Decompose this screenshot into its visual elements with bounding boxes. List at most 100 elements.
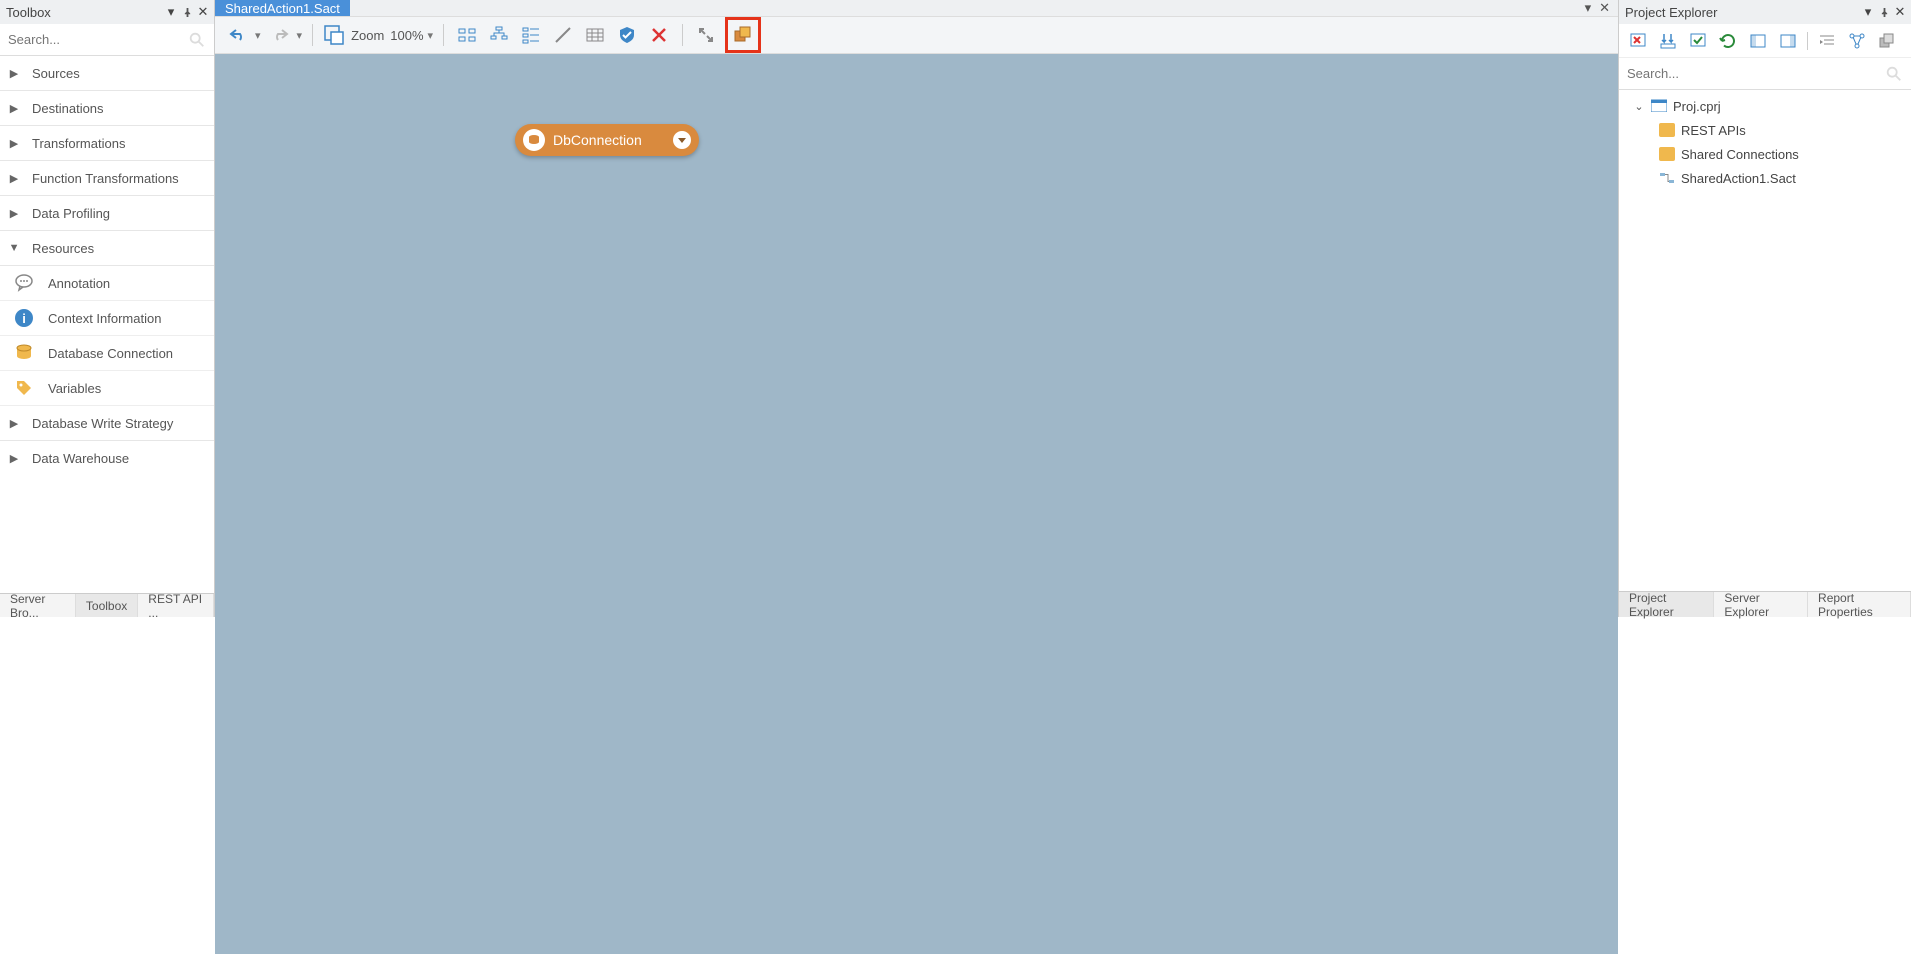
toolbox-bottom-tabs: Server Bro... Toolbox REST API ... <box>0 593 214 617</box>
toolbox-header: Toolbox ▾ ✕ <box>0 0 214 24</box>
category-label: Function Transformations <box>32 171 179 186</box>
panel1-button[interactable] <box>1747 30 1769 52</box>
undo-button[interactable] <box>225 22 251 48</box>
separator <box>1807 32 1808 50</box>
expand-button[interactable] <box>693 22 719 48</box>
design-canvas[interactable]: DbConnection <box>215 54 1618 954</box>
dropdown-icon[interactable]: ▾ <box>1585 0 1592 16</box>
db-connection-node[interactable]: DbConnection <box>515 124 699 156</box>
close-icon[interactable]: ✕ <box>198 7 208 17</box>
tree-root-project[interactable]: ⌄ Proj.cprj <box>1623 94 1907 118</box>
folder-icon <box>1659 123 1675 137</box>
flow-icon <box>1659 171 1675 185</box>
redo-dropdown[interactable]: ▾ <box>297 29 303 42</box>
info-circle-icon: i <box>14 308 34 328</box>
close-icon[interactable]: ✕ <box>1895 7 1905 17</box>
chevron-right-icon: ▶ <box>10 207 18 220</box>
tab-toolbox[interactable]: Toolbox <box>76 594 138 617</box>
separator <box>443 24 444 46</box>
database-icon <box>523 129 545 151</box>
project-explorer-title: Project Explorer <box>1625 5 1863 20</box>
category-sources[interactable]: ▶Sources <box>0 56 214 91</box>
category-label: Data Warehouse <box>32 451 129 466</box>
folder-icon <box>1659 147 1675 161</box>
category-resources[interactable]: ▼Resources <box>0 231 214 266</box>
editor-toolbar: ▾ ▾ Zoom 100% ▾ <box>215 16 1618 54</box>
toolbox-search <box>0 24 214 56</box>
tag-icon <box>14 378 34 398</box>
project-explorer-header: Project Explorer ▾ ✕ <box>1619 0 1911 24</box>
graph-button[interactable] <box>1846 30 1868 52</box>
tree-item-shared-connections[interactable]: Shared Connections <box>1623 142 1907 166</box>
delete-button[interactable] <box>646 22 672 48</box>
refresh-button[interactable] <box>1717 30 1739 52</box>
layout2-button[interactable] <box>486 22 512 48</box>
chevron-right-icon: ▶ <box>10 172 18 185</box>
tree-item-sharedaction-sact[interactable]: SharedAction1.Sact <box>1623 166 1907 190</box>
pin-icon[interactable] <box>1879 7 1889 17</box>
toolbox-item-context-info[interactable]: i Context Information <box>0 301 214 336</box>
search-icon[interactable] <box>1885 65 1903 83</box>
search-icon[interactable] <box>188 31 206 49</box>
indent-button[interactable] <box>1816 30 1838 52</box>
redo-button[interactable] <box>267 22 293 48</box>
editor-area: SharedAction1.Sact ▾ ✕ ▾ ▾ Zoom 100% ▾ <box>215 0 1618 617</box>
category-data-profiling[interactable]: ▶ Data Profiling <box>0 196 214 231</box>
chevron-right-icon: ▶ <box>10 137 18 150</box>
layout3-button[interactable] <box>518 22 544 48</box>
window-check-button[interactable] <box>1687 30 1709 52</box>
toolbox-item-variables[interactable]: Variables <box>0 371 214 406</box>
chevron-down-icon: ⌄ <box>1633 100 1645 113</box>
document-tab-sharedaction[interactable]: SharedAction1.Sact <box>215 0 350 16</box>
category-label: Data Profiling <box>32 206 110 221</box>
tab-rest-api[interactable]: REST API ... <box>138 594 214 617</box>
tab-project-explorer[interactable]: Project Explorer <box>1619 592 1714 617</box>
category-destinations[interactable]: ▶Destinations <box>0 91 214 126</box>
highlighted-tool <box>725 17 761 53</box>
database-icon <box>14 343 34 363</box>
stack-button[interactable] <box>730 22 756 48</box>
node-label: DbConnection <box>553 132 665 148</box>
tab-report-properties[interactable]: Report Properties <box>1808 592 1911 617</box>
toolbox-item-label: Database Connection <box>48 346 173 361</box>
toolbox-title: Toolbox <box>6 5 166 20</box>
node-dropdown-icon[interactable] <box>673 131 691 149</box>
tab-server-explorer[interactable]: Server Explorer <box>1714 592 1808 617</box>
category-label: Resources <box>32 241 94 256</box>
category-label: Sources <box>32 66 80 81</box>
line-button[interactable] <box>550 22 576 48</box>
toolbox-item-label: Context Information <box>48 311 161 326</box>
dropdown-icon[interactable]: ▾ <box>166 7 176 17</box>
panel2-button[interactable] <box>1777 30 1799 52</box>
tree-item-rest-apis[interactable]: REST APIs <box>1623 118 1907 142</box>
category-function-transformations[interactable]: ▶ Function Transformations <box>0 161 214 196</box>
category-db-write-strategy[interactable]: ▶Database Write Strategy <box>0 406 214 441</box>
document-tabs: SharedAction1.Sact ▾ ✕ <box>215 0 1618 16</box>
zoom-dropdown[interactable]: ▾ <box>428 29 434 42</box>
project-explorer-panel: Project Explorer ▾ ✕ ⌄ Proj.cprj <box>1618 0 1911 617</box>
toolbox-panel: Toolbox ▾ ✕ ▶Sources ▶Destinations ▶Tran… <box>0 0 215 617</box>
pin-icon[interactable] <box>182 7 192 17</box>
download-button[interactable] <box>1657 30 1679 52</box>
toolbox-body: ▶Sources ▶Destinations ▶Transformations … <box>0 56 214 593</box>
shield-button[interactable] <box>614 22 640 48</box>
tab-server-browser[interactable]: Server Bro... <box>0 594 76 617</box>
close-doc-button[interactable] <box>1627 30 1649 52</box>
toolbox-item-annotation[interactable]: Annotation <box>0 266 214 301</box>
close-icon[interactable]: ✕ <box>1599 0 1610 16</box>
category-label: Transformations <box>32 136 125 151</box>
grid-button[interactable] <box>582 22 608 48</box>
dropdown-icon[interactable]: ▾ <box>1863 7 1873 17</box>
stack2-button[interactable] <box>1876 30 1898 52</box>
project-explorer-toolbar <box>1619 24 1911 58</box>
category-transformations[interactable]: ▶ Transformations <box>0 126 214 161</box>
svg-text:i: i <box>22 311 26 326</box>
layout1-button[interactable] <box>454 22 480 48</box>
search-input[interactable] <box>8 32 188 47</box>
undo-dropdown[interactable]: ▾ <box>255 29 261 42</box>
category-data-warehouse[interactable]: ▶Data Warehouse <box>0 441 214 476</box>
toolbox-item-db-connection[interactable]: Database Connection <box>0 336 214 371</box>
search-input[interactable] <box>1627 66 1885 81</box>
project-icon <box>1651 98 1667 115</box>
zoom-control[interactable]: Zoom 100% ▾ <box>323 24 433 46</box>
